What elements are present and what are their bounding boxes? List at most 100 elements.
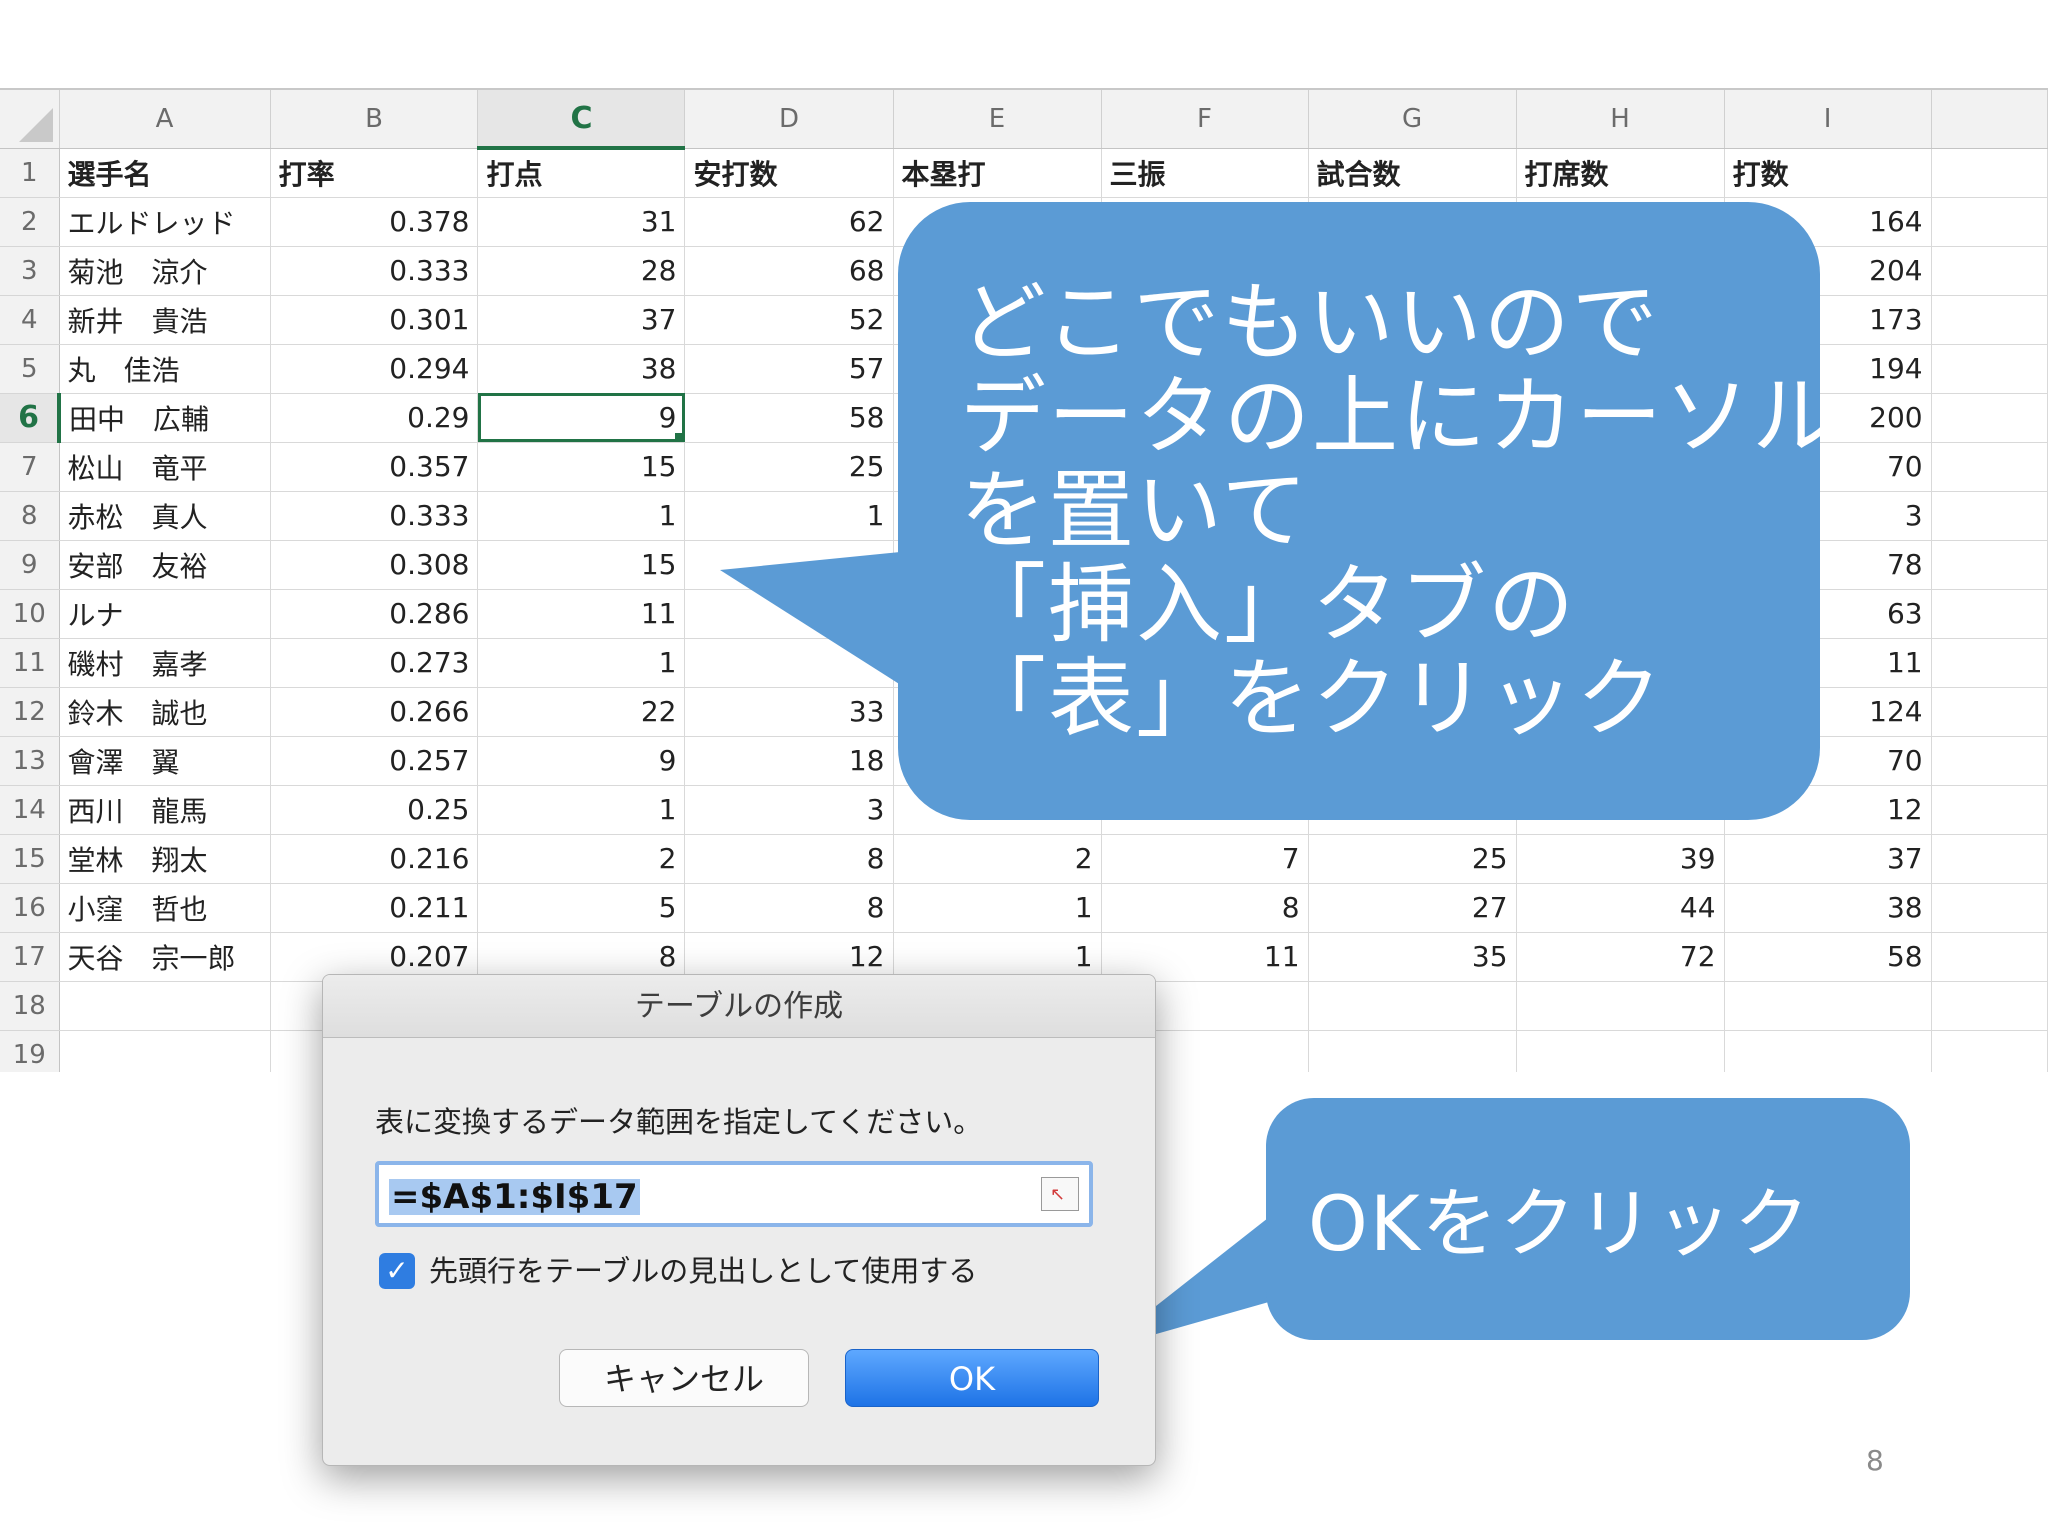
column-header-c[interactable]: C (477, 90, 686, 150)
cell[interactable]: 0.216 (270, 834, 479, 884)
cell[interactable]: 1 (893, 883, 1102, 933)
cell[interactable] (1931, 589, 2048, 639)
column-header-g[interactable]: G (1308, 90, 1517, 149)
column-header-a[interactable]: A (59, 90, 271, 149)
cell[interactable]: 田中 広輔 (59, 393, 271, 443)
cell[interactable]: 2 (477, 834, 686, 884)
cell[interactable]: 新井 貴浩 (59, 295, 271, 345)
cell[interactable]: 0.211 (270, 883, 479, 933)
cell[interactable]: 72 (1516, 932, 1725, 982)
cell[interactable] (59, 1030, 271, 1072)
column-header-b[interactable]: B (270, 90, 479, 149)
cell[interactable] (1931, 295, 2048, 345)
create-table-dialog[interactable]: テーブルの作成 表に変換するデータ範囲を指定してください。 =$A$1:$I$1… (322, 974, 1156, 1466)
cell[interactable]: 0.378 (270, 197, 479, 247)
cell[interactable]: 39 (1516, 834, 1725, 884)
header-row-checkbox-label[interactable]: 先頭行をテーブルの見出しとして使用する (429, 1253, 977, 1289)
cell[interactable]: 38 (1724, 883, 1932, 933)
cell[interactable]: 0.301 (270, 295, 479, 345)
cell[interactable] (1931, 687, 2048, 737)
cell[interactable]: 58 (1724, 932, 1932, 982)
column-header-f[interactable]: F (1101, 90, 1309, 149)
cell[interactable] (1516, 1030, 1725, 1072)
cell[interactable]: 15 (477, 442, 686, 492)
cell[interactable] (1931, 148, 2048, 198)
cell[interactable]: 磯村 嘉孝 (59, 638, 271, 688)
range-picker-button[interactable]: ↖ (1041, 1177, 1079, 1211)
row-header[interactable]: 14 (0, 785, 60, 835)
row-header[interactable]: 7 (0, 442, 60, 492)
range-input[interactable]: =$A$1:$I$17 ↖ (375, 1161, 1093, 1227)
cell[interactable]: 鈴木 誠也 (59, 687, 271, 737)
cell[interactable]: 1 (477, 785, 686, 835)
column-header-d[interactable]: D (684, 90, 894, 149)
cell[interactable] (1308, 981, 1517, 1031)
cell[interactable]: 試合数 (1308, 148, 1517, 198)
cell[interactable]: 28 (477, 246, 686, 296)
cell[interactable]: 57 (684, 344, 894, 394)
cell[interactable]: 安部 友裕 (59, 540, 271, 590)
cell[interactable]: 0.357 (270, 442, 479, 492)
row-header[interactable]: 19 (0, 1030, 60, 1072)
cell[interactable] (1931, 442, 2048, 492)
cell[interactable]: 安打数 (684, 148, 894, 198)
cell[interactable]: 天谷 宗一郎 (59, 932, 271, 982)
cell[interactable]: 西川 龍馬 (59, 785, 271, 835)
cell[interactable] (1931, 197, 2048, 247)
cell[interactable]: 0.25 (270, 785, 479, 835)
row-header[interactable]: 13 (0, 736, 60, 786)
cell[interactable] (1931, 932, 2048, 982)
cell[interactable]: 58 (684, 393, 894, 443)
cell[interactable]: 11 (477, 589, 686, 639)
range-input-value[interactable]: =$A$1:$I$17 (389, 1179, 640, 1215)
cell[interactable] (1931, 1030, 2048, 1072)
cell[interactable] (1931, 540, 2048, 590)
cell[interactable]: 丸 佳浩 (59, 344, 271, 394)
cell[interactable]: 31 (477, 197, 686, 247)
cell[interactable]: 菊池 涼介 (59, 246, 271, 296)
cell[interactable] (1931, 393, 2048, 443)
cell[interactable]: 27 (1308, 883, 1517, 933)
cell[interactable]: 22 (477, 687, 686, 737)
cell[interactable]: 本塁打 (893, 148, 1102, 198)
cell[interactable]: 62 (684, 197, 894, 247)
row-header[interactable]: 4 (0, 295, 60, 345)
ok-button[interactable]: OK (845, 1349, 1099, 1407)
cell[interactable] (1931, 981, 2048, 1031)
cell[interactable]: ルナ (59, 589, 271, 639)
row-header[interactable]: 5 (0, 344, 60, 394)
cell[interactable]: 8 (684, 883, 894, 933)
cell[interactable]: 0.333 (270, 491, 479, 541)
cell[interactable]: 9 (477, 736, 686, 786)
cancel-button[interactable]: キャンセル (559, 1349, 809, 1407)
cell[interactable]: 8 (1101, 883, 1309, 933)
cell[interactable] (1931, 883, 2048, 933)
cell[interactable]: 8 (684, 834, 894, 884)
row-header[interactable]: 3 (0, 246, 60, 296)
cell[interactable] (59, 981, 271, 1031)
row-header[interactable]: 18 (0, 981, 60, 1031)
cell[interactable]: 打率 (270, 148, 479, 198)
cell[interactable]: 25 (1308, 834, 1517, 884)
cell[interactable]: 0.308 (270, 540, 479, 590)
column-header-e[interactable]: E (893, 90, 1102, 149)
row-header[interactable]: 11 (0, 638, 60, 688)
cell[interactable] (1931, 638, 2048, 688)
cell[interactable]: 2 (893, 834, 1102, 884)
cell[interactable]: 1 (477, 638, 686, 688)
row-header[interactable]: 8 (0, 491, 60, 541)
header-row-checkbox[interactable]: ✓ (379, 1253, 415, 1289)
cell[interactable] (1931, 344, 2048, 394)
cell[interactable]: 打席数 (1516, 148, 1725, 198)
cell[interactable]: 小窪 哲也 (59, 883, 271, 933)
select-all-corner[interactable] (0, 90, 60, 149)
cell[interactable]: 0.333 (270, 246, 479, 296)
cell[interactable] (1724, 981, 1932, 1031)
cell[interactable] (1308, 1030, 1517, 1072)
selected-cell[interactable]: 9 (477, 393, 686, 443)
cell[interactable]: 52 (684, 295, 894, 345)
cell[interactable]: 0.294 (270, 344, 479, 394)
cell[interactable]: 松山 竜平 (59, 442, 271, 492)
cell[interactable]: エルドレッド (59, 197, 271, 247)
cell[interactable] (1931, 834, 2048, 884)
